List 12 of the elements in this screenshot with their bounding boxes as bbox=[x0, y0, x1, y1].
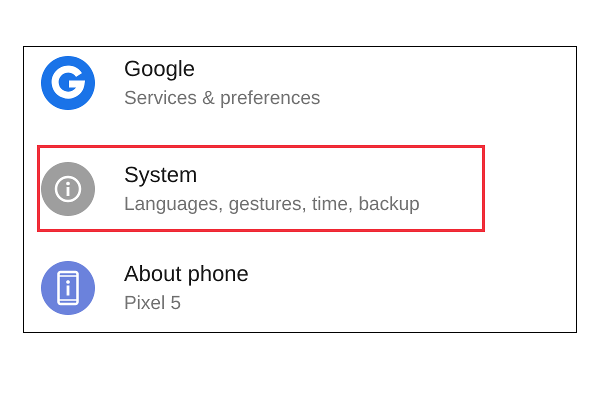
google-icon bbox=[41, 56, 95, 110]
phone-info-icon bbox=[41, 261, 95, 315]
item-subtitle: Languages, gestures, time, backup bbox=[124, 194, 420, 216]
settings-item[interactable]: About phone Pixel 5 bbox=[37, 232, 485, 332]
item-subtitle: Pixel 5 bbox=[124, 293, 182, 315]
item-title: About phone bbox=[124, 261, 249, 287]
settings-item[interactable]: Google Services & preferences bbox=[37, 47, 485, 119]
item-subtitle: Services & preferences bbox=[124, 88, 320, 110]
settings-item[interactable]: System Languages, gestures, time, backup bbox=[37, 145, 485, 232]
item-title: Google bbox=[124, 56, 196, 82]
item-title: System bbox=[124, 162, 198, 188]
info-icon bbox=[41, 162, 95, 216]
